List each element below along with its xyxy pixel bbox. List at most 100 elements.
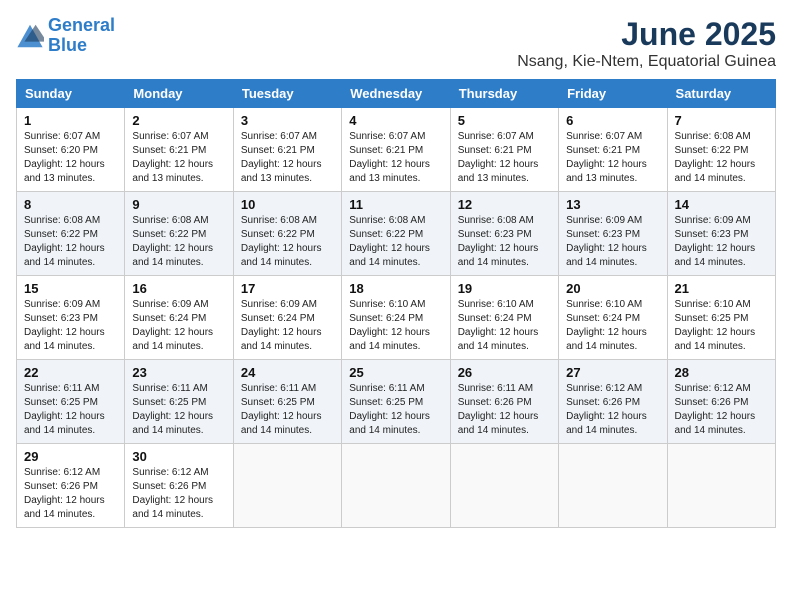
calendar-header: SundayMondayTuesdayWednesdayThursdayFrid… [17,80,776,108]
calendar-cell: 27 Sunrise: 6:12 AMSunset: 6:26 PMDayligh… [559,360,667,444]
calendar-cell: 1Sunrise: 6:07 AMSunset: 6:20 PMDaylight… [17,108,125,192]
column-header-friday: Friday [559,80,667,108]
calendar-cell: 16 Sunrise: 6:09 AMSunset: 6:24 PMDayligh… [125,276,233,360]
day-info: Sunrise: 6:08 AMSunset: 6:22 PMDaylight:… [675,130,768,186]
day-number: 6 [566,113,659,128]
column-header-thursday: Thursday [450,80,558,108]
calendar-cell: 4 Sunrise: 6:07 AMSunset: 6:21 PMDaylight… [342,108,450,192]
day-number: 29 [24,449,117,464]
day-number: 19 [458,281,551,296]
calendar-cell: 7 Sunrise: 6:08 AMSunset: 6:22 PMDaylight… [667,108,775,192]
calendar-week-5: 29 Sunrise: 6:12 AMSunset: 6:26 PMDayligh… [17,444,776,528]
day-info: Sunrise: 6:10 AMSunset: 6:24 PMDaylight:… [566,298,659,354]
day-number: 8 [24,197,117,212]
calendar-cell: 19 Sunrise: 6:10 AMSunset: 6:24 PMDayligh… [450,276,558,360]
day-number: 11 [349,197,442,212]
page-subtitle: Nsang, Kie-Ntem, Equatorial Guinea [517,53,776,71]
day-number: 2 [132,113,225,128]
logo-line1: General [48,15,115,35]
day-info: Sunrise: 6:12 AMSunset: 6:26 PMDaylight:… [566,382,659,438]
day-info: Sunrise: 6:08 AMSunset: 6:23 PMDaylight:… [458,214,551,270]
calendar-cell: 23Sunrise: 6:11 AMSunset: 6:25 PMDayligh… [125,360,233,444]
calendar-cell: 26Sunrise: 6:11 AMSunset: 6:26 PMDayligh… [450,360,558,444]
day-info: Sunrise: 6:07 AMSunset: 6:21 PMDaylight:… [566,130,659,186]
calendar-cell: 24Sunrise: 6:11 AMSunset: 6:25 PMDayligh… [233,360,341,444]
day-info: Sunrise: 6:08 AMSunset: 6:22 PMDaylight:… [349,214,442,270]
day-info: Sunrise: 6:09 AMSunset: 6:23 PMDaylight:… [566,214,659,270]
day-info: Sunrise: 6:10 AMSunset: 6:24 PMDaylight:… [349,298,442,354]
calendar-cell [450,444,558,528]
day-number: 9 [132,197,225,212]
day-number: 26 [458,365,551,380]
day-number: 10 [241,197,334,212]
calendar-cell: 20Sunrise: 6:10 AMSunset: 6:24 PMDayligh… [559,276,667,360]
day-info: Sunrise: 6:09 AMSunset: 6:23 PMDaylight:… [24,298,117,354]
day-number: 3 [241,113,334,128]
calendar-table: SundayMondayTuesdayWednesdayThursdayFrid… [16,79,776,528]
calendar-cell [667,444,775,528]
day-number: 12 [458,197,551,212]
calendar-week-2: 8 Sunrise: 6:08 AMSunset: 6:22 PMDaylight… [17,192,776,276]
day-number: 16 [132,281,225,296]
day-number: 27 [566,365,659,380]
day-number: 28 [675,365,768,380]
day-number: 22 [24,365,117,380]
logo: General Blue [16,16,115,56]
calendar-cell: 9 Sunrise: 6:08 AMSunset: 6:22 PMDaylight… [125,192,233,276]
column-header-sunday: Sunday [17,80,125,108]
calendar-cell: 10 Sunrise: 6:08 AMSunset: 6:22 PMDayligh… [233,192,341,276]
calendar-cell: 11 Sunrise: 6:08 AMSunset: 6:22 PMDayligh… [342,192,450,276]
header: General Blue June 2025 Nsang, Kie-Ntem, … [16,16,776,71]
day-info: Sunrise: 6:12 AMSunset: 6:26 PMDaylight:… [24,466,117,522]
calendar-cell: 13 Sunrise: 6:09 AMSunset: 6:23 PMDayligh… [559,192,667,276]
calendar-cell [559,444,667,528]
day-info: Sunrise: 6:07 AMSunset: 6:21 PMDaylight:… [349,130,442,186]
page-title: June 2025 [517,16,776,53]
day-info: Sunrise: 6:10 AMSunset: 6:24 PMDaylight:… [458,298,551,354]
column-header-saturday: Saturday [667,80,775,108]
calendar-cell: 14 Sunrise: 6:09 AMSunset: 6:23 PMDayligh… [667,192,775,276]
day-info: Sunrise: 6:09 AMSunset: 6:23 PMDaylight:… [675,214,768,270]
logo-icon [16,22,44,50]
calendar-cell: 21Sunrise: 6:10 AMSunset: 6:25 PMDayligh… [667,276,775,360]
day-number: 7 [675,113,768,128]
day-info: Sunrise: 6:12 AMSunset: 6:26 PMDaylight:… [132,466,225,522]
calendar-cell: 29 Sunrise: 6:12 AMSunset: 6:26 PMDayligh… [17,444,125,528]
calendar-cell: 8Sunrise: 6:08 AMSunset: 6:22 PMDaylight… [17,192,125,276]
calendar-week-3: 15 Sunrise: 6:09 AMSunset: 6:23 PMDayligh… [17,276,776,360]
day-info: Sunrise: 6:08 AMSunset: 6:22 PMDaylight:… [132,214,225,270]
logo-line2: Blue [48,35,87,55]
logo-text: General Blue [48,16,115,56]
calendar-cell [342,444,450,528]
calendar-cell: 6 Sunrise: 6:07 AMSunset: 6:21 PMDaylight… [559,108,667,192]
calendar-week-1: 1Sunrise: 6:07 AMSunset: 6:20 PMDaylight… [17,108,776,192]
column-header-tuesday: Tuesday [233,80,341,108]
calendar-cell: 15 Sunrise: 6:09 AMSunset: 6:23 PMDayligh… [17,276,125,360]
day-info: Sunrise: 6:09 AMSunset: 6:24 PMDaylight:… [132,298,225,354]
day-info: Sunrise: 6:11 AMSunset: 6:25 PMDaylight:… [241,382,334,438]
day-info: Sunrise: 6:07 AMSunset: 6:21 PMDaylight:… [458,130,551,186]
day-number: 14 [675,197,768,212]
day-info: Sunrise: 6:11 AMSunset: 6:25 PMDaylight:… [24,382,117,438]
day-number: 30 [132,449,225,464]
day-info: Sunrise: 6:07 AMSunset: 6:21 PMDaylight:… [132,130,225,186]
day-number: 4 [349,113,442,128]
calendar-cell: 22 Sunrise: 6:11 AMSunset: 6:25 PMDayligh… [17,360,125,444]
day-info: Sunrise: 6:07 AMSunset: 6:21 PMDaylight:… [241,130,334,186]
calendar-cell: 17 Sunrise: 6:09 AMSunset: 6:24 PMDayligh… [233,276,341,360]
day-number: 17 [241,281,334,296]
calendar-cell: 28 Sunrise: 6:12 AMSunset: 6:26 PMDayligh… [667,360,775,444]
day-number: 25 [349,365,442,380]
day-info: Sunrise: 6:08 AMSunset: 6:22 PMDaylight:… [241,214,334,270]
column-header-wednesday: Wednesday [342,80,450,108]
title-area: June 2025 Nsang, Kie-Ntem, Equatorial Gu… [517,16,776,71]
day-number: 15 [24,281,117,296]
day-info: Sunrise: 6:11 AMSunset: 6:25 PMDaylight:… [132,382,225,438]
day-info: Sunrise: 6:09 AMSunset: 6:24 PMDaylight:… [241,298,334,354]
day-info: Sunrise: 6:12 AMSunset: 6:26 PMDaylight:… [675,382,768,438]
calendar-cell: 18Sunrise: 6:10 AMSunset: 6:24 PMDayligh… [342,276,450,360]
day-number: 5 [458,113,551,128]
calendar-cell [233,444,341,528]
day-number: 13 [566,197,659,212]
calendar-cell: 3 Sunrise: 6:07 AMSunset: 6:21 PMDaylight… [233,108,341,192]
